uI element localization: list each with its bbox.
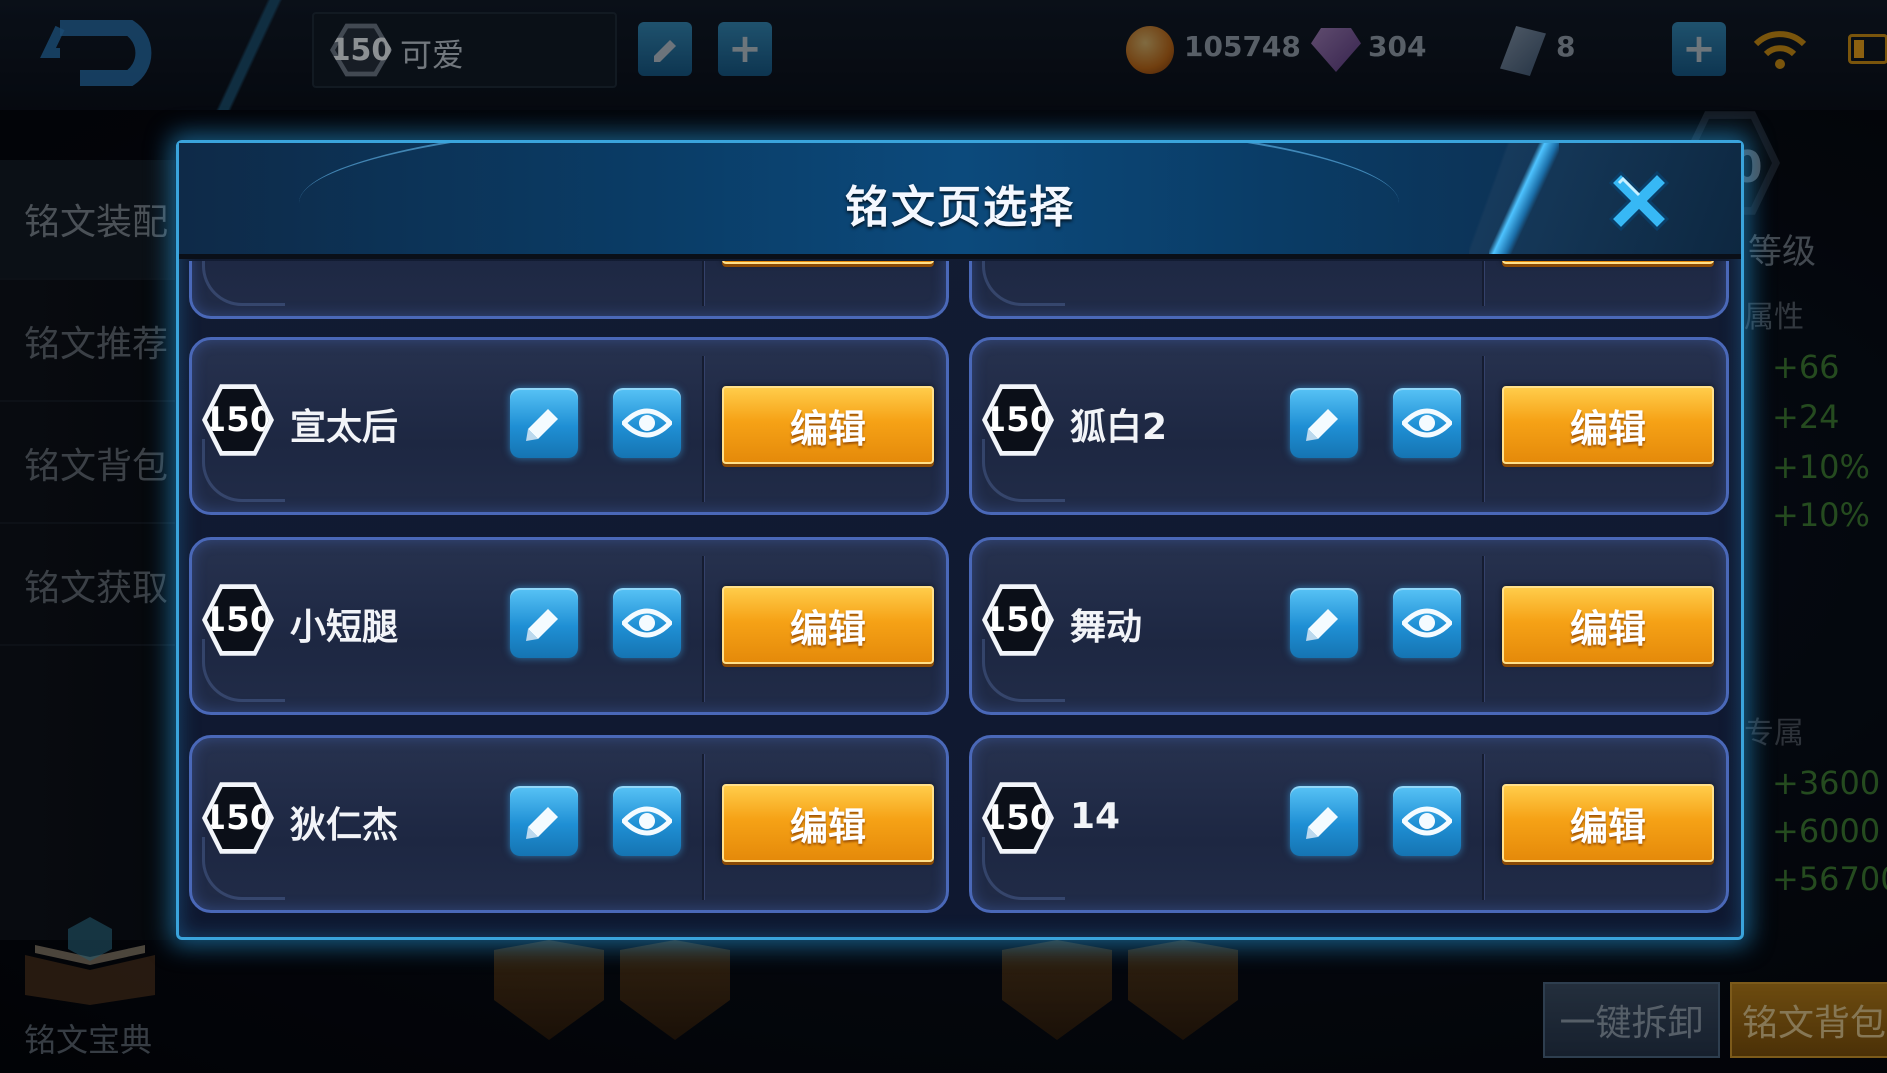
level-badge: 150: [202, 584, 274, 656]
rune-page-select-dialog: 铭文页选择 150 宣太后 编辑 150 狐白2 编辑 150 小短腿 编辑 1…: [176, 140, 1744, 940]
pencil-icon: [1306, 807, 1338, 839]
rune-page-card[interactable]: 150 小短腿 编辑: [189, 537, 949, 715]
eye-icon: [622, 408, 672, 438]
pencil-icon: [1306, 409, 1338, 441]
rune-page-card[interactable]: 150 宣太后 编辑: [189, 337, 949, 515]
level-badge: 150: [982, 384, 1054, 456]
edit-button[interactable]: [1502, 261, 1714, 264]
rune-page-name: 宣太后: [290, 407, 399, 448]
rune-page-list[interactable]: 150 宣太后 编辑 150 狐白2 编辑 150 小短腿 编辑 150 舞动 …: [189, 261, 1733, 931]
rune-page-card[interactable]: 150 狐白2 编辑: [969, 337, 1729, 515]
card-divider: [1482, 754, 1484, 900]
rename-button[interactable]: [510, 388, 578, 458]
rune-page-name: 小短腿: [290, 607, 399, 648]
rune-page-card: [969, 261, 1729, 319]
level-value: 150: [207, 388, 269, 452]
rune-page-name: 舞动: [1070, 607, 1143, 648]
card-divider: [702, 356, 704, 502]
close-icon: [1608, 170, 1670, 232]
dialog-title: 铭文页选择: [845, 182, 1075, 233]
rune-page-card[interactable]: 150 舞动 编辑: [969, 537, 1729, 715]
level-badge: 150: [982, 782, 1054, 854]
rune-page-card[interactable]: 150 狄仁杰 编辑: [189, 735, 949, 913]
pencil-icon: [526, 807, 558, 839]
edit-button[interactable]: 编辑: [722, 586, 934, 664]
edit-button[interactable]: [722, 261, 934, 264]
eye-icon: [1402, 806, 1452, 836]
edit-button[interactable]: 编辑: [1502, 586, 1714, 664]
rune-page-card[interactable]: 150 14 编辑: [969, 735, 1729, 913]
level-badge: 150: [982, 584, 1054, 656]
rename-button[interactable]: [1290, 588, 1358, 658]
preview-button[interactable]: [1393, 388, 1461, 458]
pencil-icon: [1306, 609, 1338, 641]
card-divider: [702, 556, 704, 702]
rune-page-name: 狐白2: [1070, 407, 1168, 448]
rename-button[interactable]: [510, 588, 578, 658]
edit-button[interactable]: 编辑: [1502, 386, 1714, 464]
card-divider: [1482, 261, 1484, 306]
dialog-header: 铭文页选择: [179, 143, 1741, 259]
eye-icon: [1402, 608, 1452, 638]
card-divider: [702, 261, 704, 306]
level-value: 150: [207, 588, 269, 652]
preview-button[interactable]: [613, 588, 681, 658]
pencil-icon: [526, 609, 558, 641]
preview-button[interactable]: [613, 786, 681, 856]
level-badge: 150: [202, 782, 274, 854]
rune-page-name: 14: [1070, 796, 1121, 837]
eye-icon: [622, 608, 672, 638]
edit-button[interactable]: 编辑: [722, 784, 934, 862]
preview-button[interactable]: [1393, 786, 1461, 856]
level-badge: 150: [202, 384, 274, 456]
edit-button[interactable]: 编辑: [1502, 784, 1714, 862]
level-value: 150: [207, 786, 269, 850]
preview-button[interactable]: [1393, 588, 1461, 658]
pencil-icon: [526, 409, 558, 441]
eye-icon: [1402, 408, 1452, 438]
level-value: 150: [987, 588, 1049, 652]
rune-page-name: 狄仁杰: [290, 805, 399, 846]
rename-button[interactable]: [510, 786, 578, 856]
close-button[interactable]: [1599, 161, 1679, 241]
edit-button[interactable]: 编辑: [722, 386, 934, 464]
level-value: 150: [987, 786, 1049, 850]
eye-icon: [622, 806, 672, 836]
level-value: 150: [987, 388, 1049, 452]
preview-button[interactable]: [613, 388, 681, 458]
card-divider: [1482, 556, 1484, 702]
card-divider: [1482, 356, 1484, 502]
card-divider: [702, 754, 704, 900]
rune-page-card: [189, 261, 949, 319]
rename-button[interactable]: [1290, 786, 1358, 856]
rename-button[interactable]: [1290, 388, 1358, 458]
